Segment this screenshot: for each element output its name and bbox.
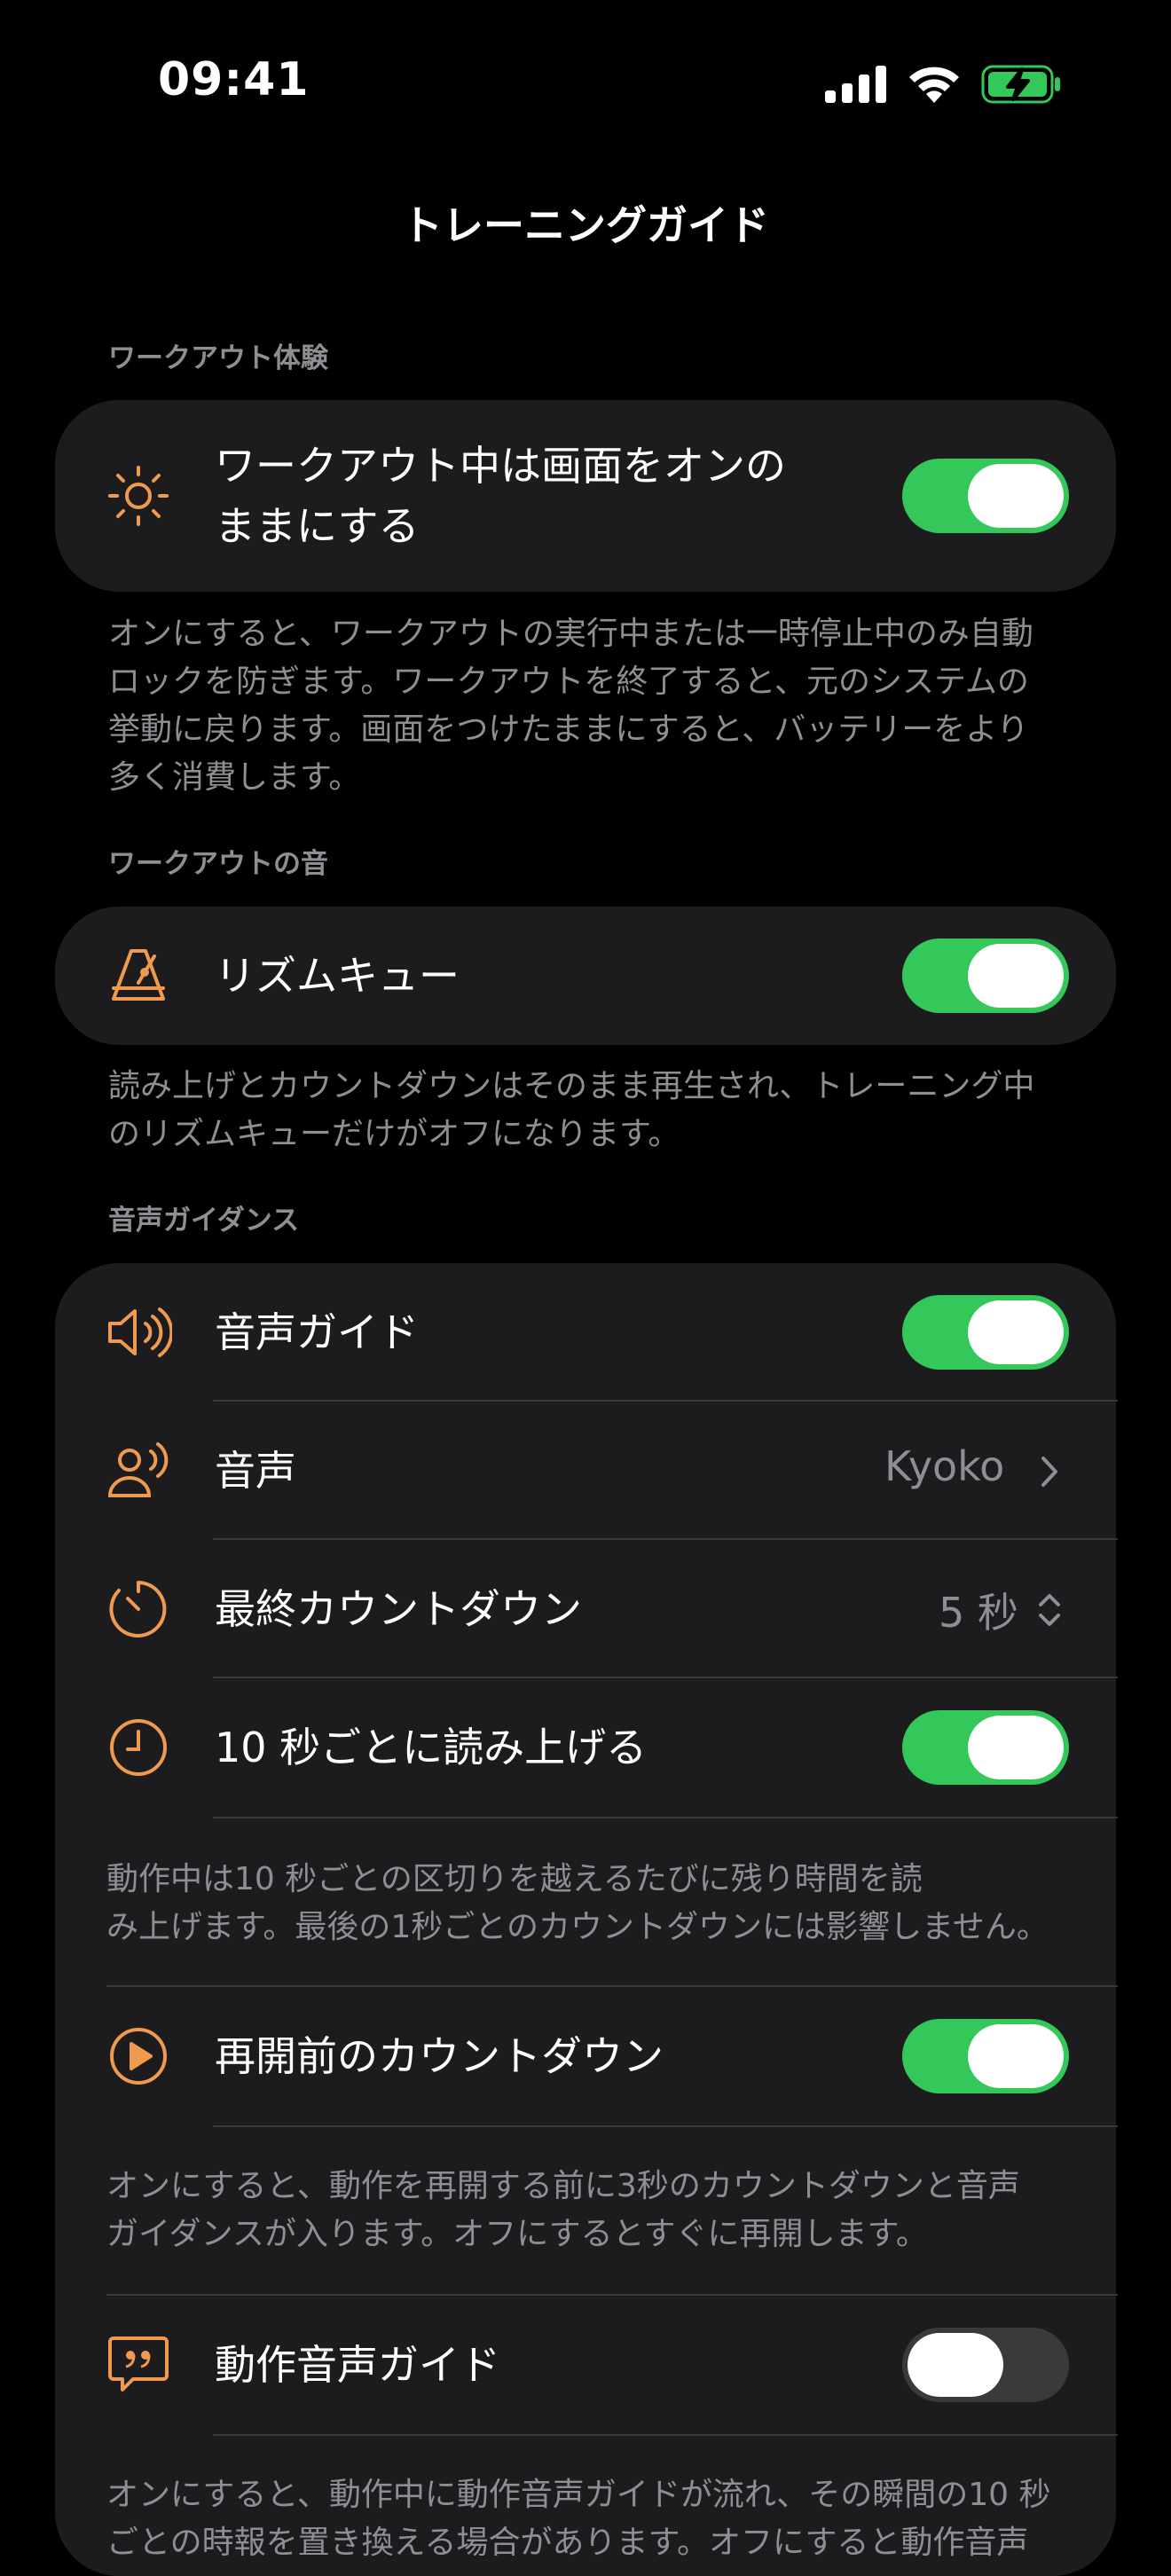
status-time: 09:41	[158, 53, 310, 106]
resume-countdown-note: オンにすると、動作を再開する前に3秒のカウントダウンと音声 ガイダンスが入ります…	[106, 2163, 1100, 2258]
resume-countdown-row[interactable]: 再開前のカウントダウン	[55, 1987, 1116, 2125]
divider	[213, 2434, 1118, 2436]
battery-charging-icon	[981, 65, 1060, 104]
read-every-10-toggle[interactable]	[902, 1710, 1069, 1785]
page-title: トレーニングガイド	[402, 201, 769, 249]
keep-screen-on-row[interactable]: ワークアウト中は画面をオンの ままにする	[55, 400, 1116, 592]
metronome-icon	[105, 942, 172, 1009]
clock-icon	[105, 1714, 172, 1781]
keep-screen-on-toggle[interactable]	[902, 459, 1069, 533]
workout-sound-card: リズムキュー	[55, 907, 1116, 1045]
keep-screen-on-label-line2: ままにする	[215, 502, 420, 550]
final-countdown-label: 最終カウントダウン	[215, 1585, 582, 1633]
cellular-signal-icon	[825, 66, 886, 103]
quote-bubble-icon	[105, 2331, 172, 2399]
voice-guide-label: 音声ガイド	[215, 1308, 419, 1356]
divider	[213, 2125, 1118, 2127]
note-line: オンにすると、動作を再開する前に3秒のカウントダウンと音声	[106, 2168, 1020, 2204]
resume-countdown-toggle[interactable]	[902, 2019, 1069, 2093]
voice-row[interactable]: 音声 Kyoko	[55, 1402, 1116, 1540]
note-line: 動作中は10 秒ごとの区切りを越えるたびに残り時間を読	[106, 1861, 923, 1897]
footer-line: 多く消費します。	[108, 759, 361, 796]
keep-screen-on-label-line1: ワークアウト中は画面をオンの	[215, 442, 786, 490]
motion-voice-guide-toggle[interactable]	[902, 2328, 1069, 2402]
person-speaking-icon	[105, 1437, 172, 1504]
voice-guidance-card: 音声ガイド 音声 Kyoko 最終カウントダウン 5 秒 10 秒ごとに読み上げ…	[55, 1263, 1118, 2576]
chevron-up-down-icon	[1039, 1594, 1060, 1626]
play-circle-icon	[105, 2022, 172, 2090]
read-every-10-row[interactable]: 10 秒ごとに読み上げる	[55, 1678, 1116, 1817]
footer-line: オンにすると、ワークアウトの実行中または一時停止中のみ自動	[108, 616, 1033, 652]
footer-line: のリズムキューだけがオフになります。	[108, 1116, 680, 1152]
note-line: み上げます。最後の1秒ごとのカウントダウンには影響しません。	[106, 1909, 1049, 1945]
rhythm-cue-row[interactable]: リズムキュー	[55, 907, 1116, 1045]
footer-line: 読み上げとカウントダウンはそのまま再生され、トレーニング中	[108, 1068, 1035, 1104]
rhythm-cue-label: リズムキュー	[215, 952, 460, 1000]
final-countdown-value: 5 秒	[939, 1589, 1018, 1637]
final-countdown-row[interactable]: 最終カウントダウン 5 秒	[55, 1540, 1116, 1678]
footer-line: 挙動に戻ります。画面をつけたままにすると、バッテリーをより	[108, 711, 1029, 748]
voice-value: Kyoko	[884, 1442, 1005, 1490]
note-line: オンにすると、動作中に動作音声ガイドが流れ、その瞬間の10 秒	[106, 2477, 1051, 2513]
note-line: ごとの時報を置き換える場合があります。オフにすると動作音声	[106, 2525, 1029, 2561]
rhythm-cue-toggle[interactable]	[902, 939, 1069, 1013]
motion-voice-guide-row[interactable]: 動作音声ガイド	[55, 2296, 1116, 2434]
voice-guide-toggle[interactable]	[902, 1295, 1069, 1370]
toggle-knob	[968, 944, 1064, 1008]
motion-voice-guide-note: オンにすると、動作中に動作音声ガイドが流れ、その瞬間の10 秒 ごとの時報を置き…	[106, 2471, 1100, 2567]
read-every-10-note: 動作中は10 秒ごとの区切りを越えるたびに残り時間を読 み上げます。最後の1秒ご…	[106, 1856, 1100, 1952]
wifi-icon	[909, 67, 959, 103]
speaker-icon	[105, 1299, 172, 1366]
section-header-workout-experience: ワークアウト体験	[108, 342, 328, 374]
sun-icon	[105, 462, 172, 530]
toggle-knob	[968, 2024, 1064, 2088]
chevron-right-icon	[1041, 1457, 1057, 1487]
footer-line: ロックを防ぎます。ワークアウトを終了すると、元のシステムの	[108, 664, 1029, 700]
toggle-knob	[908, 2333, 1003, 2397]
workout-experience-card: ワークアウト中は画面をオンの ままにする	[55, 400, 1116, 592]
section-header-voice-guidance: 音声ガイダンス	[108, 1205, 300, 1237]
read-every-10-label: 10 秒ごとに読み上げる	[215, 1724, 648, 1771]
motion-voice-guide-label: 動作音声ガイド	[215, 2341, 500, 2389]
voice-label: 音声	[215, 1447, 296, 1495]
toggle-knob	[968, 1716, 1064, 1779]
section-header-workout-sound: ワークアウトの音	[108, 848, 328, 880]
workout-experience-footer: オンにすると、ワークアウトの実行中または一時停止中のみ自動 ロックを防ぎます。ワ…	[108, 610, 1084, 802]
toggle-knob	[968, 464, 1064, 528]
resume-countdown-label: 再開前のカウントダウン	[215, 2032, 664, 2080]
toggle-knob	[968, 1300, 1064, 1364]
timer-icon	[105, 1575, 172, 1643]
voice-guide-row[interactable]: 音声ガイド	[55, 1263, 1116, 1402]
status-icons	[825, 62, 1063, 106]
note-line: ガイダンスが入ります。オフにするとすぐに再開します。	[106, 2216, 928, 2252]
divider	[213, 1817, 1118, 1818]
workout-sound-footer: 読み上げとカウントダウンはそのまま再生され、トレーニング中 のリズムキューだけが…	[108, 1063, 1084, 1158]
